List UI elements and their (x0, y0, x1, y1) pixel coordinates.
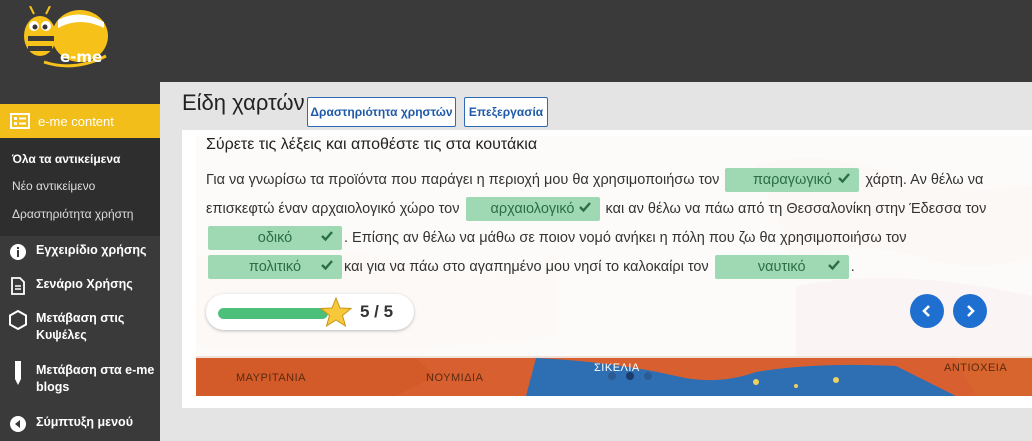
drag-drop-activity: Σύρετε τις λέξεις και αποθέστε τις στα κ… (196, 136, 1032, 396)
sidebar-item-hives[interactable]: Μετάβαση στις Κυψέλες (8, 310, 124, 344)
check-icon (578, 202, 591, 213)
map-label: ΜΑΥΡΙΤΑΝΙΑ (236, 372, 306, 384)
text-segment: . (850, 259, 855, 275)
answer-chip[interactable]: ναυτικό (714, 255, 849, 280)
pager-dot[interactable] (608, 372, 616, 380)
sidebar-item-label: Μετάβαση στα e-me blogs (36, 363, 155, 394)
answer-chip[interactable]: πολιτικό (208, 255, 342, 280)
text-segment: και αν θέλω να πάω από τη Θεσσαλονίκη στ… (601, 201, 987, 217)
sidebar-item-label: Σύμπτυξη μενού (36, 415, 133, 429)
sidebar-item-collapse[interactable]: Σύμπτυξη μενού (8, 414, 133, 434)
chevron-left-icon (922, 305, 930, 317)
text-segment: Για να γνωρίσω τα προϊόντα που παράγει η… (206, 172, 724, 188)
answer-chip[interactable]: αρχαιολογικό (465, 197, 600, 222)
logo-text: e-me (60, 48, 103, 66)
pager-dot-active[interactable] (626, 372, 634, 380)
progress-fill (218, 308, 328, 319)
main-area: Είδη χαρτών Δραστηριότητα χρηστών Επεξερ… (160, 82, 1032, 441)
star-icon (320, 297, 352, 327)
pencil-icon (8, 361, 28, 385)
info-icon (8, 242, 28, 262)
previous-button[interactable] (910, 294, 944, 328)
sidebar-item-manual[interactable]: Εγχειρίδιο χρήσης (8, 242, 147, 262)
activity-text: Για να γνωρίσω τα προϊόντα που παράγει η… (206, 166, 1026, 282)
progress-bar (218, 308, 328, 319)
check-icon (827, 260, 840, 271)
sidebar-item-e-me-content[interactable]: e-me content (0, 104, 160, 138)
map-label: ΝΟΥΜΙΔΙΑ (426, 372, 484, 384)
pager-dot[interactable] (644, 372, 652, 380)
map-label: ΣΙΚΕΛΙΑ (594, 362, 640, 374)
sidebar-item-label: Σενάριο Χρήσης (36, 277, 133, 291)
collapse-left-icon (8, 414, 28, 434)
sidebar: e-me content Όλα τα αντικείμενα Νέο αντι… (0, 82, 160, 441)
edit-button[interactable]: Επεξεργασία (464, 97, 548, 127)
text-segment: και για να πάω στο αγαπημένο μου νησί το… (344, 259, 713, 275)
hexagon-icon (8, 310, 28, 330)
activity-instruction: Σύρετε τις λέξεις και αποθέστε τις στα κ… (206, 136, 538, 153)
sidebar-item-label: e-me content (38, 113, 114, 129)
score-box: 5 / 5 (206, 294, 414, 330)
answer-chip[interactable]: παραγωγικό (725, 168, 860, 193)
subitem-user-activity[interactable]: Δραστηριότητα χρήστη (12, 207, 133, 221)
subitem-all-objects[interactable]: Όλα τα αντικείμενα (12, 152, 120, 166)
sidebar-item-label: Εγχειρίδιο χρήσης (36, 243, 147, 257)
sidebar-item-scenario[interactable]: Σενάριο Χρήσης (8, 276, 133, 296)
check-icon (321, 260, 333, 271)
page-title: Είδη χαρτών (182, 90, 305, 115)
sidebar-item-label: Μετάβαση στις Κυψέλες (36, 311, 125, 342)
document-icon (8, 276, 28, 296)
map-label: ΑΝΤΙΟΧΕΙΑ (944, 362, 1008, 374)
user-activity-button[interactable]: Δραστηριότητα χρηστών (307, 97, 456, 127)
chevron-right-icon (967, 305, 975, 317)
answer-chip[interactable]: οδικό (208, 226, 342, 251)
text-segment: . Επίσης αν θέλω να μάθω σε ποιον νομό α… (344, 230, 907, 246)
sidebar-item-blogs[interactable]: Μετάβαση στα e-me blogs (8, 361, 155, 396)
e-me-logo[interactable]: e-me (14, 5, 110, 72)
score-text: 5 / 5 (360, 302, 394, 321)
check-icon (838, 173, 851, 184)
top-bar: e-me (0, 0, 1032, 82)
content-list-icon (10, 113, 30, 129)
next-button[interactable] (953, 294, 987, 328)
subitem-new-object[interactable]: Νέο αντικείμενο (12, 179, 95, 193)
content-card: Σύρετε τις λέξεις και αποθέστε τις στα κ… (182, 130, 1032, 408)
check-icon (321, 231, 333, 242)
